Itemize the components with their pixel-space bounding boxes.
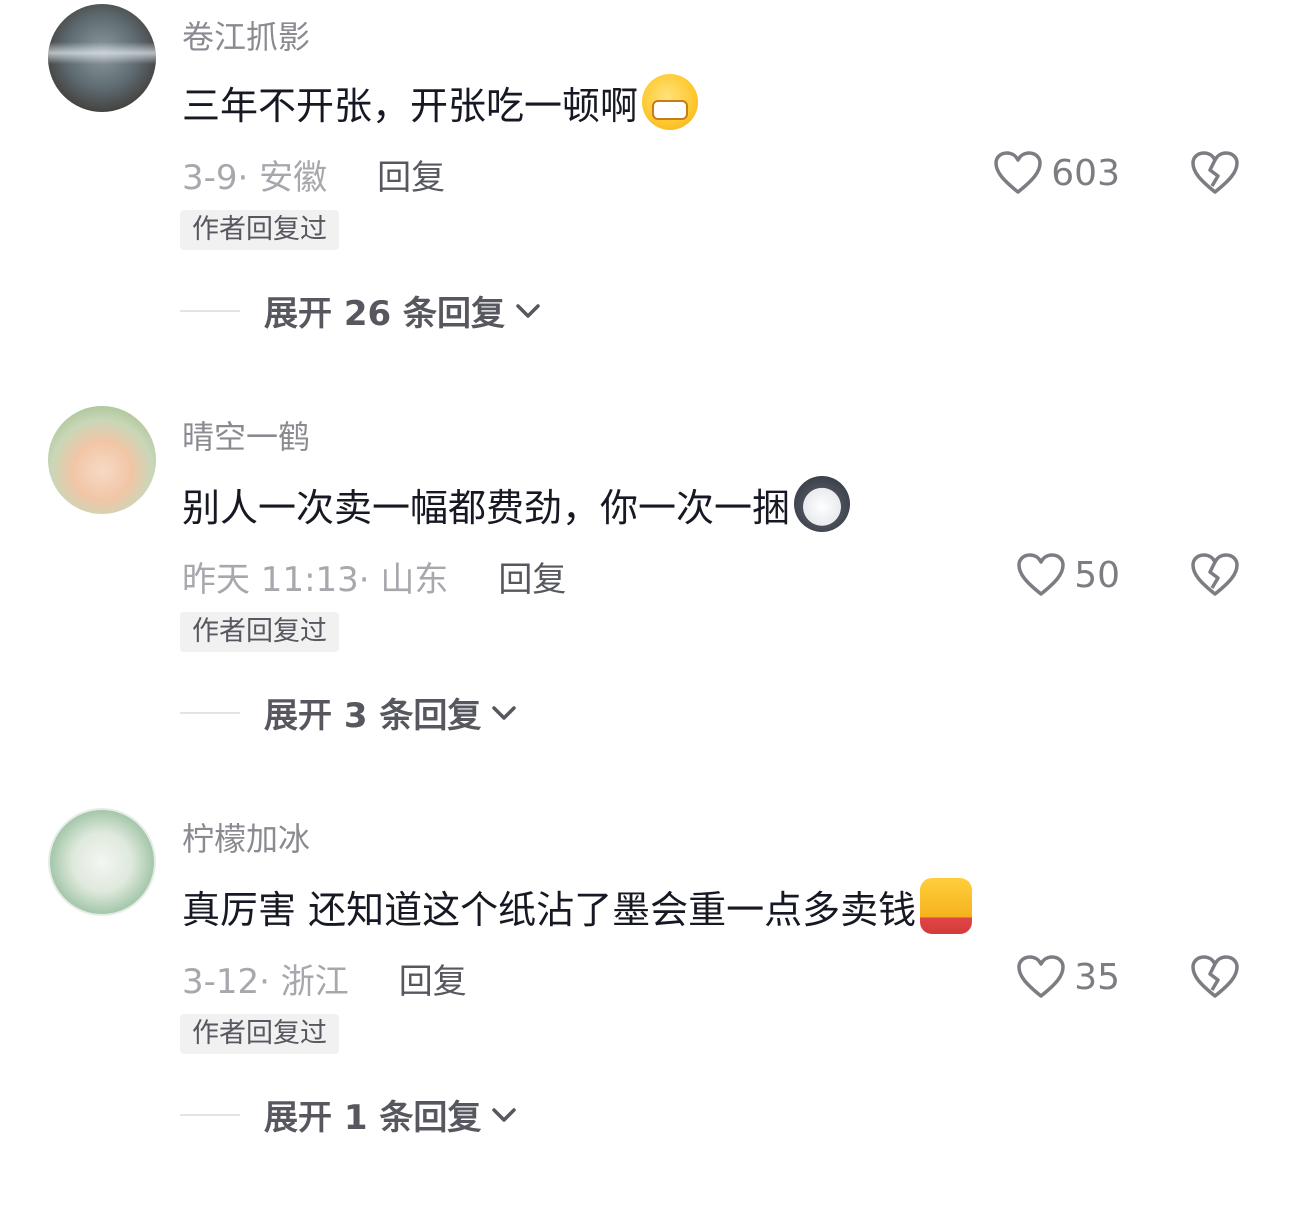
comment-time-location: 3-9· 安徽 — [182, 158, 328, 198]
expand-replies-label: 展开 1 条回复 — [264, 1098, 482, 1138]
heart-icon — [1017, 955, 1065, 998]
avatar[interactable] — [48, 808, 156, 916]
comment-time-location: 昨天 11:13· 山东 — [182, 560, 449, 600]
like-button[interactable]: 603 — [993, 150, 1120, 196]
comment-meta: 3-9· 安徽 回复 — [182, 150, 445, 199]
broken-heart-icon — [1191, 553, 1239, 596]
like-button[interactable]: 35 — [1016, 954, 1120, 1000]
dislike-button[interactable] — [1190, 150, 1240, 200]
comment-text: 别人一次卖一幅都费劲，你一次一捆 — [182, 476, 851, 532]
dislike-button[interactable] — [1190, 954, 1240, 1004]
expand-replies-label: 展开 3 条回复 — [264, 696, 482, 736]
author-replied-badge: 作者回复过 — [180, 210, 339, 250]
avatar[interactable] — [48, 406, 156, 514]
comment-meta: 昨天 11:13· 山东 回复 — [182, 552, 566, 601]
like-button[interactable]: 50 — [1016, 552, 1120, 598]
comment-item: 柠檬加冰 真厉害 还知道这个纸沾了墨会重一点多卖钱 3-12· 浙江 回复 35… — [0, 804, 1290, 1206]
comment-meta: 3-12· 浙江 回复 — [182, 954, 467, 1003]
like-count: 35 — [1074, 956, 1120, 998]
expand-replies-button[interactable]: 展开 3 条回复 — [180, 688, 517, 737]
comment-text: 三年不开张，开张吃一顿啊 — [182, 74, 699, 130]
comment-text: 真厉害 还知道这个纸沾了墨会重一点多卖钱 — [182, 878, 973, 934]
chevron-down-icon — [492, 1107, 517, 1122]
broken-heart-icon — [1191, 151, 1239, 194]
comment-item: 卷江抓影 三年不开张，开张吃一顿啊 3-9· 安徽 回复 603 作者回复过 展… — [0, 0, 1290, 402]
broken-heart-icon — [1191, 955, 1239, 998]
comment-username[interactable]: 晴空一鹤 — [182, 412, 310, 458]
comment-text-content: 三年不开张，开张吃一顿啊 — [182, 83, 639, 128]
expand-replies-label: 展开 26 条回复 — [264, 294, 505, 334]
comment-username[interactable]: 卷江抓影 — [182, 12, 310, 58]
author-replied-badge: 作者回复过 — [180, 1014, 339, 1054]
chevron-down-icon — [492, 705, 517, 720]
author-replied-badge: 作者回复过 — [180, 612, 339, 652]
reply-button[interactable]: 回复 — [399, 954, 467, 1003]
reply-button[interactable]: 回复 — [498, 552, 566, 601]
comment-text-content: 真厉害 还知道这个纸沾了墨会重一点多卖钱 — [182, 887, 917, 932]
thumbs-up-emoji-icon — [920, 878, 973, 934]
expand-replies-button[interactable]: 展开 26 条回复 — [180, 286, 541, 335]
chevron-down-icon — [516, 303, 540, 318]
divider — [180, 1113, 240, 1116]
like-count: 50 — [1074, 554, 1120, 596]
comment-time-location: 3-12· 浙江 — [182, 962, 349, 1002]
comment-item: 晴空一鹤 别人一次卖一幅都费劲，你一次一捆 昨天 11:13· 山东 回复 50… — [0, 402, 1290, 804]
divider — [180, 711, 240, 714]
husky-emoji-icon — [794, 476, 851, 532]
dislike-button[interactable] — [1190, 552, 1240, 602]
expand-replies-button[interactable]: 展开 1 条回复 — [180, 1090, 517, 1139]
like-count: 603 — [1051, 152, 1120, 194]
avatar[interactable] — [48, 4, 156, 112]
grinning-emoji-icon — [642, 74, 699, 130]
divider — [180, 309, 240, 312]
heart-icon — [1017, 553, 1065, 596]
reply-button[interactable]: 回复 — [377, 150, 445, 199]
heart-icon — [994, 151, 1043, 194]
comment-text-content: 别人一次卖一幅都费劲，你一次一捆 — [182, 485, 791, 530]
comment-username[interactable]: 柠檬加冰 — [182, 814, 310, 860]
